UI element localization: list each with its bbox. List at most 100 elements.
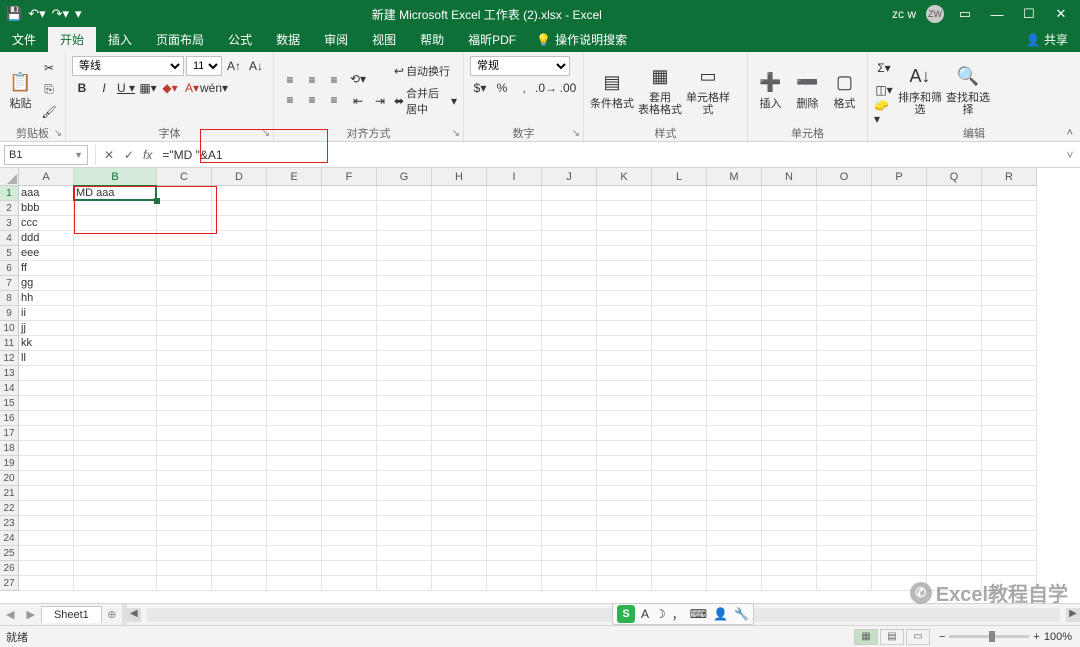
cell-N5[interactable]: [762, 246, 817, 261]
cell-F14[interactable]: [322, 381, 377, 396]
cell-I13[interactable]: [487, 366, 542, 381]
cell-E15[interactable]: [267, 396, 322, 411]
cell-Q3[interactable]: [927, 216, 982, 231]
cell-F16[interactable]: [322, 411, 377, 426]
cell-N11[interactable]: [762, 336, 817, 351]
cell-J12[interactable]: [542, 351, 597, 366]
cell-I14[interactable]: [487, 381, 542, 396]
cell-D14[interactable]: [212, 381, 267, 396]
cell-N14[interactable]: [762, 381, 817, 396]
cell-F5[interactable]: [322, 246, 377, 261]
ime-settings-icon[interactable]: 🔧: [734, 607, 749, 621]
col-header-L[interactable]: L: [652, 168, 707, 186]
cell-B9[interactable]: [74, 306, 157, 321]
cell-F27[interactable]: [322, 576, 377, 591]
cell-B24[interactable]: [74, 531, 157, 546]
cell-M4[interactable]: [707, 231, 762, 246]
cell-L10[interactable]: [652, 321, 707, 336]
cell-A23[interactable]: [19, 516, 74, 531]
ime-lang-icon[interactable]: A: [641, 607, 649, 621]
cell-R3[interactable]: [982, 216, 1037, 231]
cell-O7[interactable]: [817, 276, 872, 291]
cell-L17[interactable]: [652, 426, 707, 441]
increase-indent-icon[interactable]: ⇥: [370, 92, 390, 110]
cell-B11[interactable]: [74, 336, 157, 351]
zoom-level[interactable]: 100%: [1044, 631, 1072, 643]
cell-H27[interactable]: [432, 576, 487, 591]
row-header-3[interactable]: 3: [0, 216, 19, 231]
cell-B13[interactable]: [74, 366, 157, 381]
cell-O21[interactable]: [817, 486, 872, 501]
cell-E12[interactable]: [267, 351, 322, 366]
cell-B21[interactable]: [74, 486, 157, 501]
cell-L4[interactable]: [652, 231, 707, 246]
tab-review[interactable]: 审阅: [312, 27, 360, 52]
cell-P8[interactable]: [872, 291, 927, 306]
save-icon[interactable]: 💾: [6, 6, 22, 22]
cell-B10[interactable]: [74, 321, 157, 336]
cell-O12[interactable]: [817, 351, 872, 366]
cell-I11[interactable]: [487, 336, 542, 351]
cell-F25[interactable]: [322, 546, 377, 561]
cell-N15[interactable]: [762, 396, 817, 411]
cell-K17[interactable]: [597, 426, 652, 441]
collapse-ribbon-icon[interactable]: ˄: [1064, 127, 1076, 139]
cell-K20[interactable]: [597, 471, 652, 486]
cell-F20[interactable]: [322, 471, 377, 486]
row-header-27[interactable]: 27: [0, 576, 19, 591]
cell-C3[interactable]: [157, 216, 212, 231]
cell-L23[interactable]: [652, 516, 707, 531]
format-painter-icon[interactable]: 🖌: [39, 103, 59, 121]
cell-O15[interactable]: [817, 396, 872, 411]
cell-M8[interactable]: [707, 291, 762, 306]
clear-icon[interactable]: 🧽▾: [874, 103, 894, 121]
col-header-E[interactable]: E: [267, 168, 322, 186]
cell-G4[interactable]: [377, 231, 432, 246]
cell-K2[interactable]: [597, 201, 652, 216]
hscroll-left-icon[interactable]: ◀: [127, 608, 141, 622]
cell-Q26[interactable]: [927, 561, 982, 576]
cell-B22[interactable]: [74, 501, 157, 516]
cell-E26[interactable]: [267, 561, 322, 576]
cell-Q13[interactable]: [927, 366, 982, 381]
cell-O24[interactable]: [817, 531, 872, 546]
cell-K25[interactable]: [597, 546, 652, 561]
fill-handle[interactable]: [154, 198, 160, 204]
bold-button[interactable]: B: [72, 79, 92, 97]
cell-O8[interactable]: [817, 291, 872, 306]
cell-F23[interactable]: [322, 516, 377, 531]
cell-A9[interactable]: ii: [19, 306, 74, 321]
cell-K22[interactable]: [597, 501, 652, 516]
cell-B4[interactable]: [74, 231, 157, 246]
cell-O14[interactable]: [817, 381, 872, 396]
cell-O1[interactable]: [817, 186, 872, 201]
cell-D16[interactable]: [212, 411, 267, 426]
cell-A22[interactable]: [19, 501, 74, 516]
cell-L24[interactable]: [652, 531, 707, 546]
number-format-select[interactable]: 常规: [470, 56, 570, 76]
cell-Q4[interactable]: [927, 231, 982, 246]
cell-P12[interactable]: [872, 351, 927, 366]
cell-F3[interactable]: [322, 216, 377, 231]
cell-L1[interactable]: [652, 186, 707, 201]
undo-icon[interactable]: ↶▾: [28, 6, 45, 22]
cell-H9[interactable]: [432, 306, 487, 321]
cell-O5[interactable]: [817, 246, 872, 261]
cell-H21[interactable]: [432, 486, 487, 501]
col-header-P[interactable]: P: [872, 168, 927, 186]
cell-M2[interactable]: [707, 201, 762, 216]
cell-H12[interactable]: [432, 351, 487, 366]
cell-P14[interactable]: [872, 381, 927, 396]
cell-N23[interactable]: [762, 516, 817, 531]
cell-A17[interactable]: [19, 426, 74, 441]
cell-N7[interactable]: [762, 276, 817, 291]
cell-Q7[interactable]: [927, 276, 982, 291]
cell-J15[interactable]: [542, 396, 597, 411]
cell-G18[interactable]: [377, 441, 432, 456]
tab-view[interactable]: 视图: [360, 27, 408, 52]
cell-N19[interactable]: [762, 456, 817, 471]
view-page-break-icon[interactable]: ▭: [906, 629, 930, 645]
cell-C17[interactable]: [157, 426, 212, 441]
cell-N2[interactable]: [762, 201, 817, 216]
cell-D26[interactable]: [212, 561, 267, 576]
